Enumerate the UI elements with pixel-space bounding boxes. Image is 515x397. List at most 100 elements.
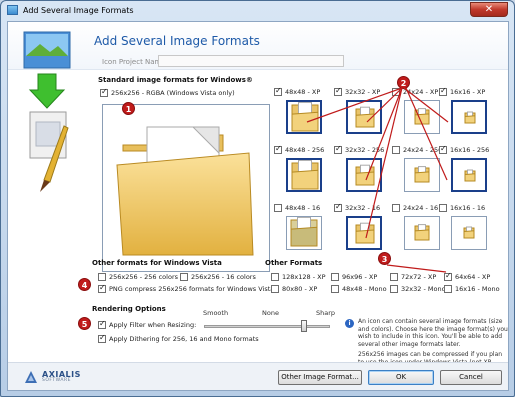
vista-png-compress-checkbox[interactable] <box>98 283 106 293</box>
std-1-1-format[interactable]: 32x32 - 256 <box>334 144 385 154</box>
apply-dither[interactable]: Apply Dithering for 256, 16 and Mono for… <box>98 333 259 343</box>
callout-2: 2 <box>397 76 410 89</box>
std-0-2-checkbox[interactable] <box>392 88 400 96</box>
std-2-0-thumbnail[interactable] <box>286 216 322 250</box>
other-96-checkbox[interactable] <box>331 273 339 281</box>
other-96[interactable]: 96x96 - XP <box>331 273 377 281</box>
std-2-3-thumbnail[interactable] <box>451 216 487 250</box>
window-title: Add Several Image Formats <box>23 6 134 15</box>
std-1-0-format[interactable]: 48x48 - 256 <box>274 144 324 154</box>
title-bar[interactable]: Add Several Image Formats ✕ <box>1 1 514 21</box>
std-0-3-folder-icon <box>464 111 476 124</box>
other-128[interactable]: 128x128 - XP <box>271 273 326 281</box>
apply-filter-label: Apply Filter when Resizing: <box>109 321 197 329</box>
other-96-label: 96x96 - XP <box>342 273 378 281</box>
apply-filter[interactable]: Apply Filter when Resizing: <box>98 319 197 329</box>
folder-large-icon <box>116 126 254 256</box>
other-32-mono[interactable]: 32x32 - Mono <box>390 285 446 293</box>
std-1-0-folder-icon <box>291 159 319 190</box>
std-1-0-checkbox[interactable] <box>274 144 282 154</box>
callout-3: 3 <box>378 252 391 265</box>
format-256-rgba-label: 256x256 - RGBA (Windows Vista only) <box>111 89 235 97</box>
std-1-1-label: 32x32 - 256 <box>345 146 385 154</box>
std-1-2-thumbnail[interactable] <box>404 158 440 192</box>
vista-256-16[interactable]: 256x256 - 16 colors <box>180 273 256 281</box>
filter-slider-track[interactable] <box>204 325 330 328</box>
std-0-1-format[interactable]: 32x32 - XP <box>334 86 381 96</box>
std-2-0-checkbox[interactable] <box>274 204 282 212</box>
other-72-checkbox[interactable] <box>390 273 398 281</box>
std-2-0-label: 48x48 - 16 <box>285 204 321 212</box>
std-2-3-label: 16x16 - 16 <box>450 204 486 212</box>
other-64-checkbox[interactable] <box>444 271 452 281</box>
other-48-mono[interactable]: 48x48 - Mono <box>331 285 387 293</box>
std-1-3-format[interactable]: 16x16 - 256 <box>439 144 489 154</box>
close-button[interactable]: ✕ <box>470 2 508 17</box>
other-image-format-button[interactable]: Other Image Format... <box>278 370 362 385</box>
std-0-0-thumbnail[interactable] <box>286 100 322 134</box>
other-16-mono-checkbox[interactable] <box>444 285 452 293</box>
std-1-0-thumbnail[interactable] <box>286 158 322 192</box>
std-2-3-checkbox[interactable] <box>439 204 447 212</box>
std-0-1-checkbox[interactable] <box>334 86 342 96</box>
std-0-1-label: 32x32 - XP <box>345 88 381 96</box>
dialog-window: Add Several Image Formats ✕ Add Several … <box>0 0 515 397</box>
std-0-2-format[interactable]: 24x24 - XP <box>392 88 438 96</box>
ok-button[interactable]: OK <box>368 370 434 385</box>
format-256-rgba-checkbox[interactable] <box>100 87 108 97</box>
std-2-2-checkbox[interactable] <box>392 204 400 212</box>
other-72[interactable]: 72x72 - XP <box>390 273 436 281</box>
std-1-3-thumbnail[interactable] <box>451 158 487 192</box>
other-128-label: 128x128 - XP <box>282 273 326 281</box>
std-0-3-format[interactable]: 16x16 - XP <box>439 86 485 96</box>
std-1-3-checkbox[interactable] <box>439 144 447 154</box>
vista-256-256-label: 256x256 - 256 colors <box>109 273 179 281</box>
vista-256-16-checkbox[interactable] <box>180 273 188 281</box>
other-80-checkbox[interactable] <box>271 285 279 293</box>
std-0-3-checkbox[interactable] <box>439 86 447 96</box>
other-128-checkbox[interactable] <box>271 273 279 281</box>
apply-dither-label: Apply Dithering for 256, 16 and Mono for… <box>109 335 259 343</box>
other-80-label: 80x80 - XP <box>282 285 318 293</box>
std-2-2-thumbnail[interactable] <box>404 216 440 250</box>
filter-slider-thumb[interactable] <box>301 320 307 332</box>
other-72-label: 72x72 - XP <box>401 273 437 281</box>
vista-256-256-checkbox[interactable] <box>98 273 106 281</box>
std-0-0-label: 48x48 - XP <box>285 88 321 96</box>
std-2-1-thumbnail[interactable] <box>346 216 382 250</box>
std-2-1-checkbox[interactable] <box>334 202 342 212</box>
cancel-button[interactable]: Cancel <box>440 370 502 385</box>
apply-filter-checkbox[interactable] <box>98 319 106 329</box>
std-2-2-folder-icon <box>414 224 430 241</box>
apply-dither-checkbox[interactable] <box>98 333 106 343</box>
dialog-client: Add Several Image Formats Icon Project N… <box>7 21 509 391</box>
std-1-2-checkbox[interactable] <box>392 146 400 154</box>
std-2-2-format[interactable]: 24x24 - 16 <box>392 204 438 212</box>
callout-5: 5 <box>78 317 91 330</box>
info-icon: i <box>345 319 354 328</box>
std-1-1-thumbnail[interactable] <box>346 158 382 192</box>
std-0-0-format[interactable]: 48x48 - XP <box>274 86 321 96</box>
axialis-logo-icon <box>25 371 37 383</box>
other-48-mono-label: 48x48 - Mono <box>342 285 387 293</box>
vista-256-256[interactable]: 256x256 - 256 colors <box>98 273 178 281</box>
std-0-2-thumbnail[interactable] <box>404 100 440 134</box>
std-0-1-folder-icon <box>355 106 375 128</box>
app-icon <box>7 5 18 15</box>
std-2-3-format[interactable]: 16x16 - 16 <box>439 204 485 212</box>
std-0-3-thumbnail[interactable] <box>451 100 487 134</box>
vista-png-compress[interactable]: PNG compress 256x256 formats for Windows… <box>98 283 274 293</box>
other-16-mono[interactable]: 16x16 - Mono <box>444 285 500 293</box>
std-2-1-format[interactable]: 32x32 - 16 <box>334 202 380 212</box>
other-64[interactable]: 64x64 - XP <box>444 271 490 281</box>
project-name-input[interactable] <box>158 55 344 67</box>
std-0-0-checkbox[interactable] <box>274 86 282 96</box>
format-256-rgba[interactable]: 256x256 - RGBA (Windows Vista only) <box>100 87 235 97</box>
other-48-mono-checkbox[interactable] <box>331 285 339 293</box>
other-80[interactable]: 80x80 - XP <box>271 285 317 293</box>
std-1-2-format[interactable]: 24x24 - 256 <box>392 146 442 154</box>
std-1-1-checkbox[interactable] <box>334 144 342 154</box>
other-32-mono-checkbox[interactable] <box>390 285 398 293</box>
std-2-0-format[interactable]: 48x48 - 16 <box>274 204 320 212</box>
std-0-1-thumbnail[interactable] <box>346 100 382 134</box>
